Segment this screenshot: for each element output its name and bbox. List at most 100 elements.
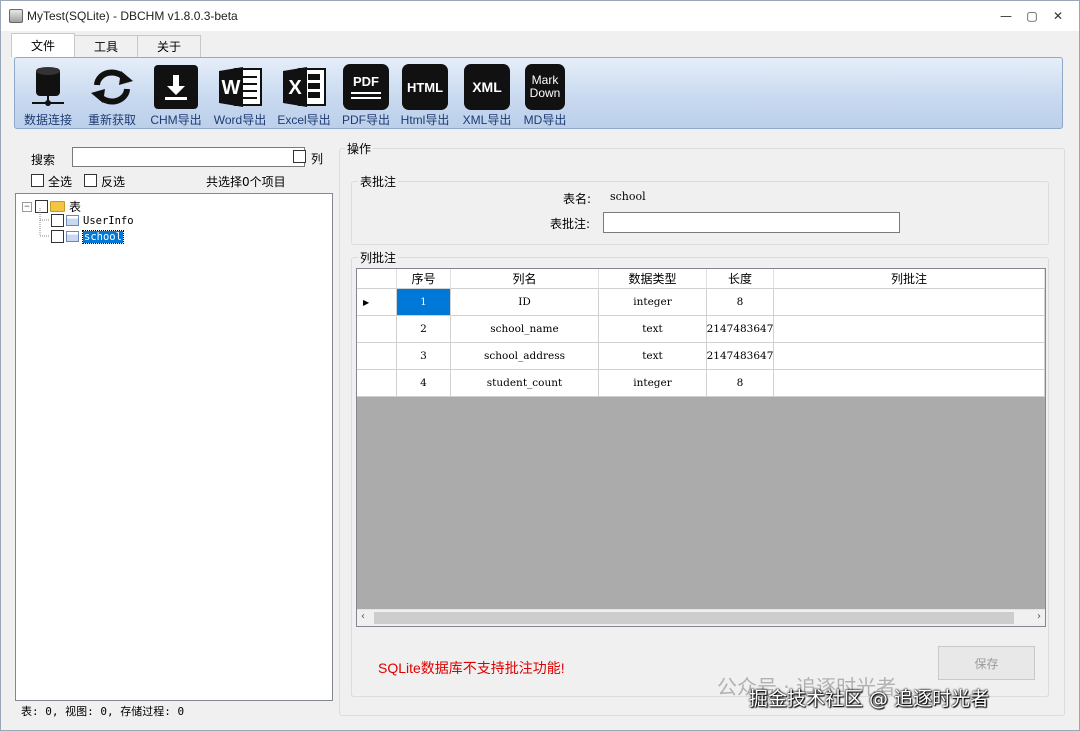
cell-length[interactable]: 8 (707, 289, 774, 316)
cell-type[interactable]: text (599, 343, 707, 370)
word-export-button[interactable]: W Word导出 (210, 64, 270, 128)
html-export-button[interactable]: HTML Html导出 (395, 64, 455, 128)
chm-export-button[interactable]: CHM导出 (146, 64, 206, 128)
col-header-type[interactable]: 数据类型 (599, 269, 707, 289)
app-icon (9, 9, 23, 23)
cell-type[interactable]: text (599, 316, 707, 343)
status-bar: 表: 0, 视图: 0, 存储过程: 0 (21, 705, 185, 718)
maximize-button[interactable]: ▢ (1021, 7, 1043, 25)
row-selector[interactable] (357, 370, 397, 397)
warning-message: SQLite数据库不支持批注功能! (378, 660, 565, 676)
invert-selection-label: 反选 (101, 175, 126, 189)
cell-index[interactable]: 3 (397, 343, 451, 370)
xml-badge: XML (472, 78, 502, 95)
cell-index[interactable]: 4 (397, 370, 451, 397)
pdf-export-button[interactable]: PDF PDF导出 (336, 64, 396, 128)
cell-comment[interactable] (774, 316, 1045, 343)
table-comment-input[interactable] (603, 212, 900, 233)
search-label: 搜索 (31, 153, 56, 167)
tree-lines (39, 208, 50, 237)
cell-length[interactable]: 2147483647 (707, 343, 774, 370)
cell-comment[interactable] (774, 289, 1045, 316)
tool-label: XML导出 (462, 113, 512, 127)
tool-label: PDF导出 (341, 113, 390, 127)
table-row[interactable]: ▶ 1 ID integer 8 (357, 289, 1045, 316)
table-row[interactable]: 3 school_address text 2147483647 (357, 343, 1045, 370)
markdown-icon: Mark Down (522, 64, 568, 110)
selected-count: 共选择0个项目 (206, 175, 286, 189)
table-row[interactable]: 4 student_count integer 8 (357, 370, 1045, 397)
col-header-comment[interactable]: 列批注 (774, 269, 1045, 289)
horizontal-scrollbar[interactable]: ‹ › (357, 609, 1045, 626)
cell-name[interactable]: ID (451, 289, 599, 316)
pdf-badge: PDF (353, 74, 379, 89)
watermark-bottom: 掘金技术社区 @ 追逐时光者 (749, 688, 990, 710)
tool-label: Excel导出 (277, 113, 331, 127)
app-window: MyTest(SQLite) - DBCHM v1.8.0.3-beta — ▢… (0, 0, 1080, 731)
excel-icon: X (281, 64, 327, 110)
md-badge: Mark Down (529, 73, 561, 100)
scroll-right-icon[interactable]: › (1037, 611, 1041, 622)
tool-label: 重新获取 (87, 113, 136, 127)
select-all-label: 全选 (48, 175, 73, 189)
select-all-checkbox[interactable] (31, 174, 44, 187)
database-connection-icon (25, 64, 71, 110)
tab-file[interactable]: 文件 (11, 33, 76, 57)
tool-label: MD导出 (523, 113, 567, 127)
row-selector[interactable] (357, 343, 397, 370)
tree-item-label-selected: school (82, 229, 124, 244)
pdf-icon: PDF (343, 64, 389, 110)
cell-type[interactable]: integer (599, 370, 707, 397)
xml-export-button[interactable]: XML XML导出 (457, 64, 517, 128)
menu-tabs: 文件 工具 关于 (11, 33, 202, 57)
xml-icon: XML (464, 64, 510, 110)
db-connect-button[interactable]: 数据连接 (18, 64, 78, 128)
row-selector[interactable] (357, 316, 397, 343)
cell-index[interactable]: 1 (397, 289, 451, 316)
table-browser-panel: 搜索 列 全选 反选 共选择0个项目 − 表 UserInfo school (15, 141, 333, 701)
table-comment-label: 表批注: (550, 217, 591, 231)
table-tree[interactable]: − 表 UserInfo school (15, 193, 333, 701)
col-header-index[interactable]: 序号 (397, 269, 451, 289)
cell-type[interactable]: integer (599, 289, 707, 316)
md-export-button[interactable]: Mark Down MD导出 (515, 64, 575, 128)
col-header-length[interactable]: 长度 (707, 269, 774, 289)
cell-name[interactable]: school_name (451, 316, 599, 343)
column-comment-title: 列批注 (358, 249, 399, 266)
current-row-arrow-icon: ▶ (363, 297, 370, 307)
invert-selection-checkbox[interactable] (84, 174, 97, 187)
cell-comment[interactable] (774, 343, 1045, 370)
scrollbar-thumb[interactable] (374, 612, 1014, 624)
cell-length[interactable]: 8 (707, 370, 774, 397)
refresh-button[interactable]: 重新获取 (82, 64, 142, 128)
column-search-label: 列 (311, 152, 324, 166)
tool-label: CHM导出 (150, 113, 202, 127)
col-header-name[interactable]: 列名 (451, 269, 599, 289)
save-button[interactable]: 保存 (938, 646, 1035, 680)
tab-tools[interactable]: 工具 (74, 35, 139, 57)
column-grid[interactable]: 序号 列名 数据类型 长度 列批注 ▶ 1 ID integer 8 2 sch… (356, 268, 1046, 627)
cell-name[interactable]: school_address (451, 343, 599, 370)
operations-title: 操作 (345, 140, 374, 157)
row-selector[interactable]: ▶ (357, 289, 397, 316)
html-badge: HTML (406, 79, 444, 95)
row-header-corner (357, 269, 397, 289)
title-bar: MyTest(SQLite) - DBCHM v1.8.0.3-beta — ▢… (1, 1, 1079, 31)
column-search-checkbox[interactable] (293, 150, 306, 163)
cell-index[interactable]: 2 (397, 316, 451, 343)
table-name-label: 表名: (563, 192, 592, 206)
minimize-button[interactable]: — (995, 7, 1017, 25)
grid-header: 序号 列名 数据类型 长度 列批注 (357, 269, 1045, 289)
refresh-icon (89, 64, 135, 110)
cell-comment[interactable] (774, 370, 1045, 397)
close-button[interactable]: ✕ (1047, 7, 1069, 25)
search-input[interactable] (72, 147, 305, 167)
cell-name[interactable]: student_count (451, 370, 599, 397)
excel-export-button[interactable]: X Excel导出 (274, 64, 334, 128)
tab-about[interactable]: 关于 (137, 35, 202, 57)
table-comment-title: 表批注 (358, 173, 399, 190)
table-row[interactable]: 2 school_name text 2147483647 (357, 316, 1045, 343)
cell-length[interactable]: 2147483647 (707, 316, 774, 343)
svg-text:X: X (288, 77, 302, 99)
scroll-left-icon[interactable]: ‹ (361, 611, 365, 622)
